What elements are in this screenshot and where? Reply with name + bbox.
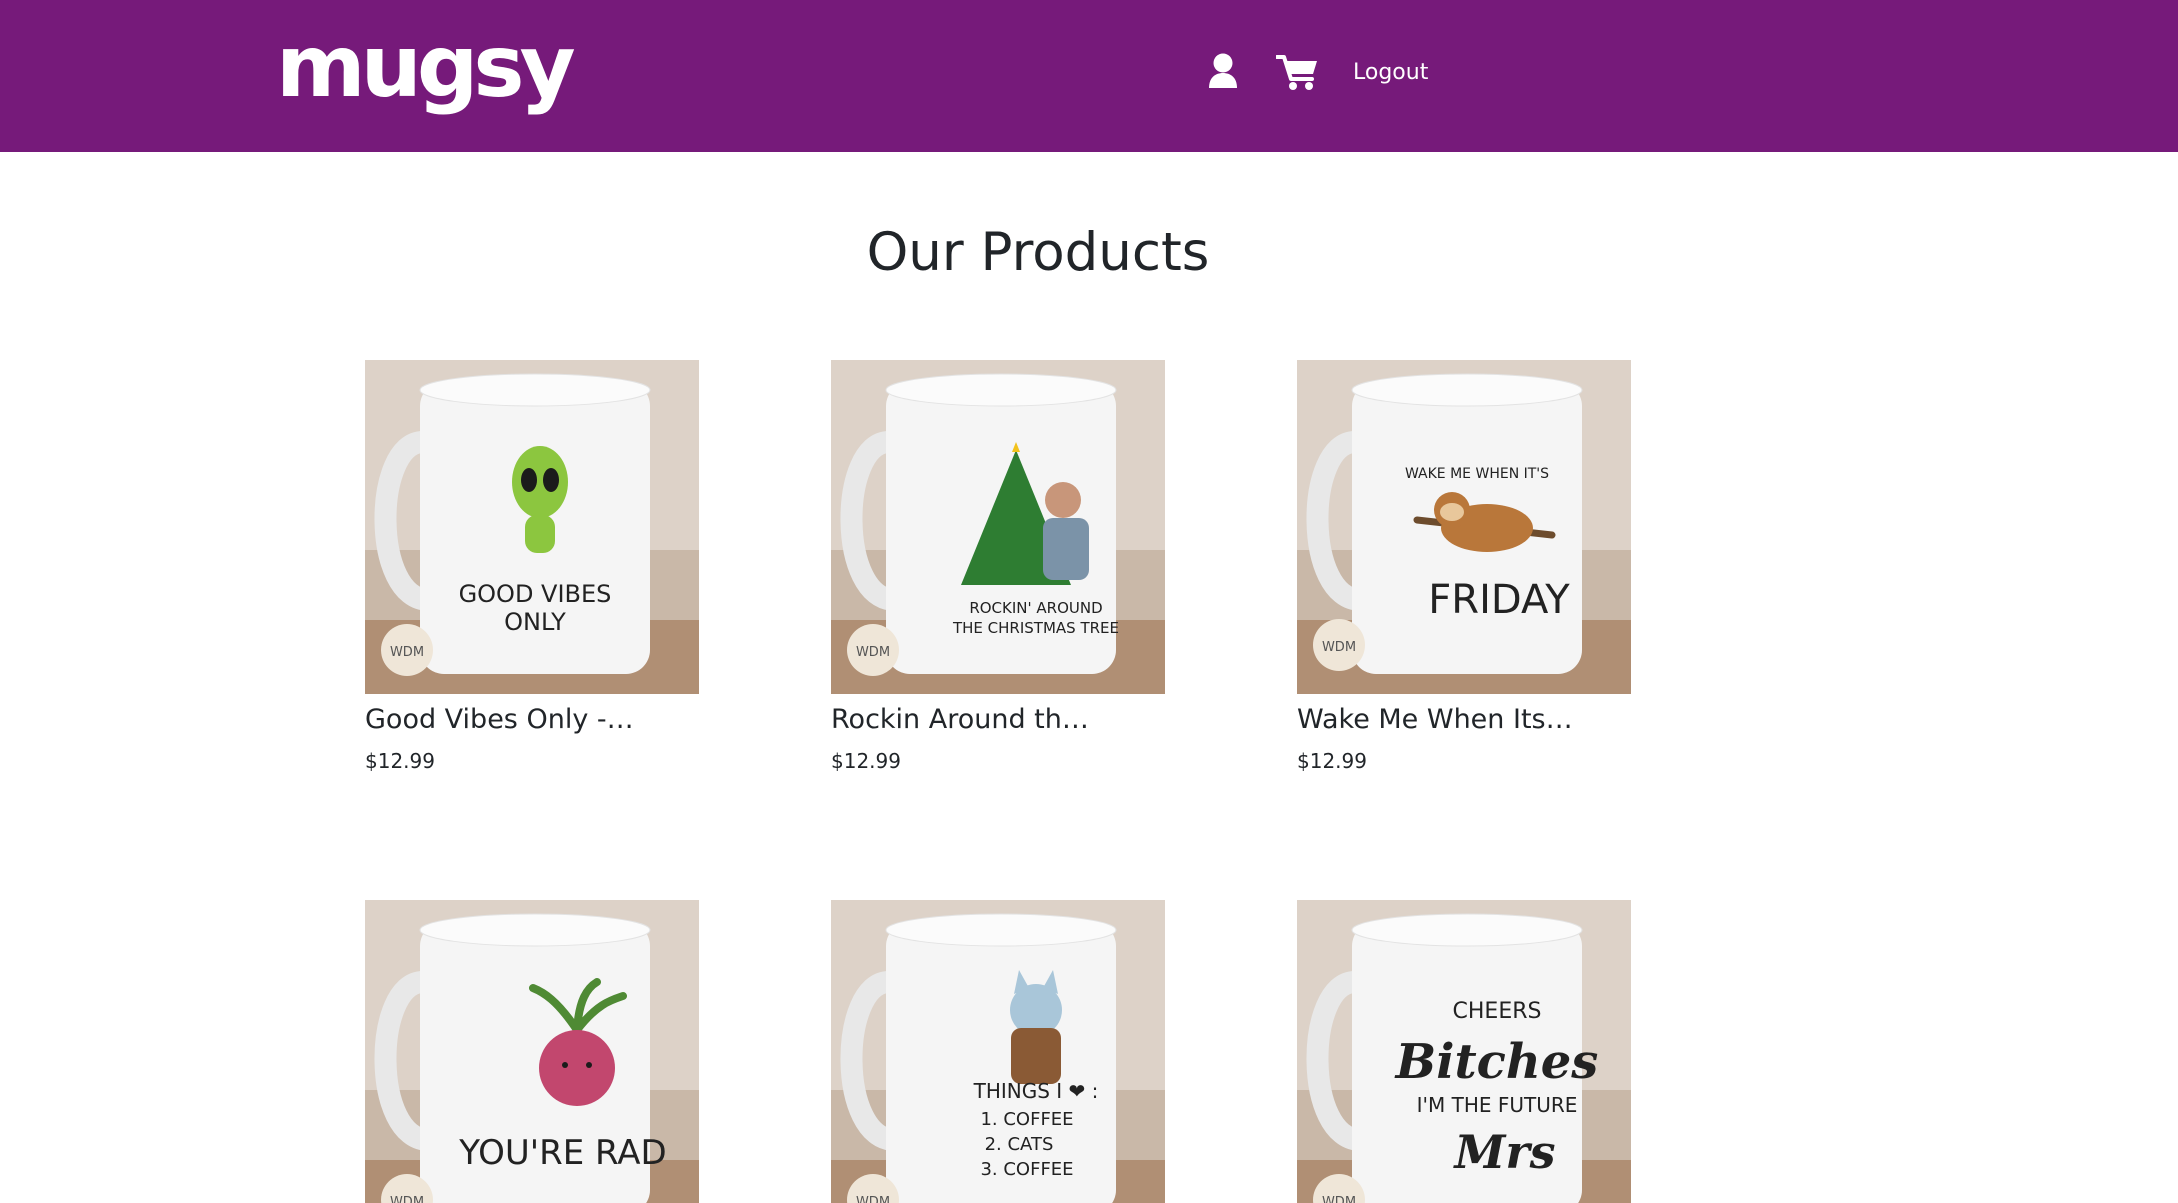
product-price: $12.99	[1297, 749, 1367, 773]
svg-text:mugsy: mugsy	[276, 28, 575, 117]
page-title: Our Products	[866, 222, 1210, 283]
badge-text: WDM	[856, 1195, 890, 1203]
product-design-text: YOU'RE RAD	[458, 1133, 667, 1173]
product-image[interactable]: CHEERS Bitches I'M THE FUTURE Mrs WDM	[1297, 900, 1631, 1203]
svg-text:Bitches: Bitches	[1394, 1034, 1599, 1090]
badge-text: WDM	[390, 1195, 424, 1203]
product-title[interactable]: Wake Me When Its…	[1297, 702, 1631, 738]
product-image[interactable]: WAKE ME WHEN IT'S FRIDAY WDM	[1297, 360, 1631, 694]
svg-text:1. COFFEE: 1. COFFEE	[980, 1109, 1073, 1130]
product-title[interactable]: Rockin Around th…	[831, 702, 1165, 738]
svg-text:Mrs: Mrs	[1452, 1125, 1555, 1179]
user-icon[interactable]	[1208, 52, 1238, 92]
svg-text:2. CATS: 2. CATS	[985, 1134, 1054, 1155]
mugsy-logo[interactable]: mugsy	[276, 28, 600, 118]
product-image[interactable]: ROCKIN' AROUND THE CHRISTMAS TREE WDM	[831, 360, 1165, 694]
product-price: $12.99	[365, 749, 435, 773]
logout-link[interactable]: Logout	[1353, 58, 1428, 88]
svg-text:ONLY: ONLY	[504, 608, 566, 636]
product-price: $12.99	[831, 749, 901, 773]
badge-text: WDM	[1322, 640, 1356, 655]
product-image[interactable]: THINGS I ❤ : 1. COFFEE 2. CATS 3. COFFEE…	[831, 900, 1165, 1203]
shopping-cart-icon[interactable]	[1276, 52, 1320, 92]
top-navbar: mugsy Logout	[0, 0, 2178, 152]
product-design-text: ROCKIN' AROUND	[969, 599, 1102, 617]
svg-text:I'M THE FUTURE: I'M THE FUTURE	[1417, 1093, 1578, 1117]
badge-text: WDM	[390, 645, 424, 660]
svg-text:THE CHRISTMAS TREE: THE CHRISTMAS TREE	[952, 619, 1119, 637]
svg-text:FRIDAY: FRIDAY	[1428, 577, 1570, 623]
product-title[interactable]: Good Vibes Only -…	[365, 702, 699, 738]
svg-text:3. COFFEE: 3. COFFEE	[980, 1159, 1073, 1180]
product-design-text: WAKE ME WHEN IT'S	[1405, 466, 1549, 482]
badge-text: WDM	[856, 645, 890, 660]
badge-text: WDM	[1322, 1195, 1356, 1203]
product-image[interactable]: GOOD VIBES ONLY WDM	[365, 360, 699, 694]
product-design-text: GOOD VIBES	[459, 580, 612, 608]
product-design-text: THINGS I ❤ :	[973, 1079, 1099, 1103]
product-design-text: CHEERS	[1453, 999, 1542, 1024]
product-image[interactable]: YOU'RE RAD WDM	[365, 900, 699, 1203]
